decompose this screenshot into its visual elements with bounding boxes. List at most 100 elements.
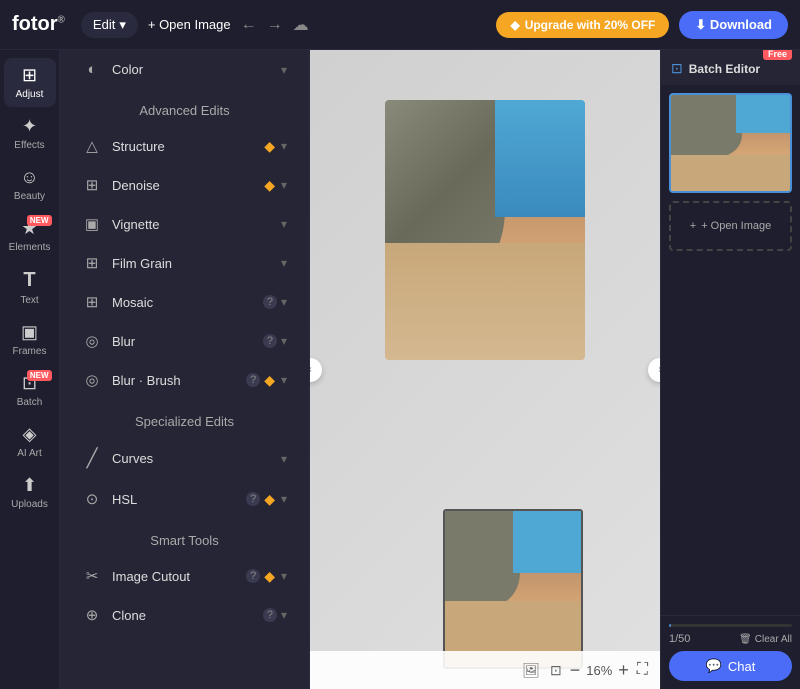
batch-editor-icon: ⊡ [671, 60, 683, 77]
sidebar-item-elements[interactable]: NEW ★ Elements [4, 211, 56, 260]
cloud-button[interactable]: ☁ [293, 15, 309, 35]
adjust-icon: ⊞ [22, 65, 37, 86]
zoom-control: − 16% + [570, 661, 629, 679]
chevron-icon: ▾ [281, 569, 287, 583]
photo-water [495, 100, 585, 217]
zoom-in-button[interactable]: + [618, 661, 629, 679]
batch-images-list: + + Open Image [661, 85, 800, 615]
batch-progress-bar [669, 624, 792, 627]
chevron-icon: ▾ [281, 452, 287, 466]
image-icon[interactable]: 🖼 [522, 662, 540, 679]
sidebar-item-text[interactable]: T Text [4, 262, 56, 313]
effects-icon: ✦ [22, 116, 37, 137]
right-panel: Free ⊡ Batch Editor + + Open Image [660, 50, 800, 689]
chevron-icon: ▾ [281, 217, 287, 231]
zoom-out-button[interactable]: − [570, 661, 581, 679]
edit-button[interactable]: Edit ▾ [81, 12, 138, 38]
question-mark-icon: ? [246, 373, 260, 387]
tool-mosaic[interactable]: ⊞ Mosaic ? ▾ [66, 283, 303, 321]
topbar: fotor® Edit ▾ + Open Image ← → ☁ ◆ Upgra… [0, 0, 800, 50]
frames-icon: ▣ [21, 322, 38, 343]
photo-thumbnail [443, 509, 583, 669]
beauty-icon: ☺ [20, 167, 38, 188]
batch-editor-title: Batch Editor [689, 62, 760, 76]
tools-panel: ◐ Color ▾ Advanced Edits △ Structure ◆ ▾… [60, 50, 310, 689]
fit-screen-button[interactable]: ⛶ [637, 661, 648, 679]
ai-art-icon: ◈ [23, 424, 37, 445]
premium-gem-icon: ◆ [264, 568, 275, 585]
question-mark-icon: ? [246, 492, 260, 506]
chat-icon: 💬 [706, 658, 722, 674]
sidebar-item-adjust[interactable]: ⊞ Adjust [4, 58, 56, 107]
tool-hsl[interactable]: ⊙ HSL ? ◆ ▾ [66, 480, 303, 518]
sidebar-item-batch[interactable]: NEW ⊡ Batch [4, 366, 56, 415]
chevron-icon: ▾ [281, 178, 287, 192]
tool-clone[interactable]: ⊕ Clone ? ▾ [66, 596, 303, 634]
sidebar-item-effects[interactable]: ✦ Effects [4, 109, 56, 158]
chevron-down-icon: ▾ [119, 17, 126, 33]
blur-icon: ◎ [82, 332, 102, 350]
batch-footer: 1/50 🗑 Clear All 💬 Chat [661, 615, 800, 689]
undo-button[interactable]: ← [241, 16, 257, 34]
open-image-button[interactable]: + Open Image [148, 17, 231, 32]
chevron-icon: ▾ [281, 373, 287, 387]
chevron-icon: ▾ [281, 295, 287, 309]
film-grain-icon: ⊞ [82, 254, 102, 272]
canvas-bottom-icons: 🖼 ⊡ [522, 662, 562, 679]
redo-button[interactable]: → [267, 16, 283, 34]
tool-blur[interactable]: ◎ Blur ? ▾ [66, 322, 303, 360]
advanced-edits-header: Advanced Edits [60, 89, 309, 126]
clear-all-button[interactable]: 🗑 Clear All [739, 634, 792, 645]
hsl-icon: ⊙ [82, 490, 102, 508]
tool-color[interactable]: ◐ Color ▾ [66, 51, 303, 88]
tool-vignette[interactable]: ▣ Vignette ▾ [66, 205, 303, 243]
batch-image-item[interactable] [669, 93, 792, 193]
premium-gem-icon: ◆ [264, 372, 275, 389]
main-layout: ⊞ Adjust ✦ Effects ☺ Beauty NEW ★ Elemen… [0, 50, 800, 689]
question-mark-icon: ? [263, 295, 277, 309]
upgrade-button[interactable]: ◆ Upgrade with 20% OFF [496, 12, 669, 38]
specialized-edits-header: Specialized Edits [60, 400, 309, 437]
sidebar-item-frames[interactable]: ▣ Frames [4, 315, 56, 364]
color-tool-icon: ◐ [82, 61, 102, 78]
tool-image-cutout[interactable]: ✂ Image Cutout ? ◆ ▾ [66, 557, 303, 595]
icon-sidebar: ⊞ Adjust ✦ Effects ☺ Beauty NEW ★ Elemen… [0, 50, 60, 689]
batch-controls: 1/50 🗑 Clear All [669, 633, 792, 645]
question-mark-icon: ? [246, 569, 260, 583]
tool-blur-brush[interactable]: ◎ Blur · Brush ? ◆ ▾ [66, 361, 303, 399]
batch-open-image-button[interactable]: + + Open Image [669, 201, 792, 251]
chevron-icon: ▾ [281, 139, 287, 153]
canvas-area: ‹ › 🖼 ⊡ − 16% + ⛶ [310, 50, 660, 689]
sidebar-item-ai-art[interactable]: ◈ AI Art [4, 417, 56, 466]
trash-icon: 🗑 [739, 634, 752, 645]
chat-button[interactable]: 💬 Chat [669, 651, 792, 681]
photo-sand [385, 243, 585, 360]
premium-gem-icon: ◆ [264, 177, 275, 194]
plus-icon: + [690, 220, 696, 232]
tool-film-grain[interactable]: ⊞ Film Grain ▾ [66, 244, 303, 282]
batch-count: 1/50 [669, 633, 690, 645]
question-mark-icon: ? [263, 334, 277, 348]
sidebar-item-uploads[interactable]: ⬆ Uploads [4, 468, 56, 517]
canvas-bottom-toolbar: 🖼 ⊡ − 16% + ⛶ [310, 651, 660, 689]
uploads-icon: ⬆ [22, 475, 37, 496]
cutout-icon: ✂ [82, 567, 102, 585]
tool-structure[interactable]: △ Structure ◆ ▾ [66, 127, 303, 165]
premium-gem-icon: ◆ [264, 138, 275, 155]
denoise-icon: ⊞ [82, 176, 102, 194]
tool-curves[interactable]: ╱ Curves ▾ [66, 438, 303, 479]
new-badge-batch: NEW [27, 370, 52, 381]
app-logo: fotor® [12, 13, 65, 36]
premium-gem-icon: ◆ [264, 491, 275, 508]
sidebar-item-beauty[interactable]: ☺ Beauty [4, 160, 56, 209]
vignette-icon: ▣ [82, 215, 102, 233]
crop-icon[interactable]: ⊡ [550, 662, 562, 679]
chevron-icon: ▾ [281, 334, 287, 348]
tool-denoise[interactable]: ⊞ Denoise ◆ ▾ [66, 166, 303, 204]
chevron-icon: ▾ [281, 492, 287, 506]
new-badge-elements: NEW [27, 215, 52, 226]
structure-icon: △ [82, 137, 102, 155]
batch-editor-header: Free ⊡ Batch Editor [661, 50, 800, 85]
download-button[interactable]: ⬇ Download [679, 11, 788, 39]
gem-icon: ◆ [510, 18, 519, 32]
